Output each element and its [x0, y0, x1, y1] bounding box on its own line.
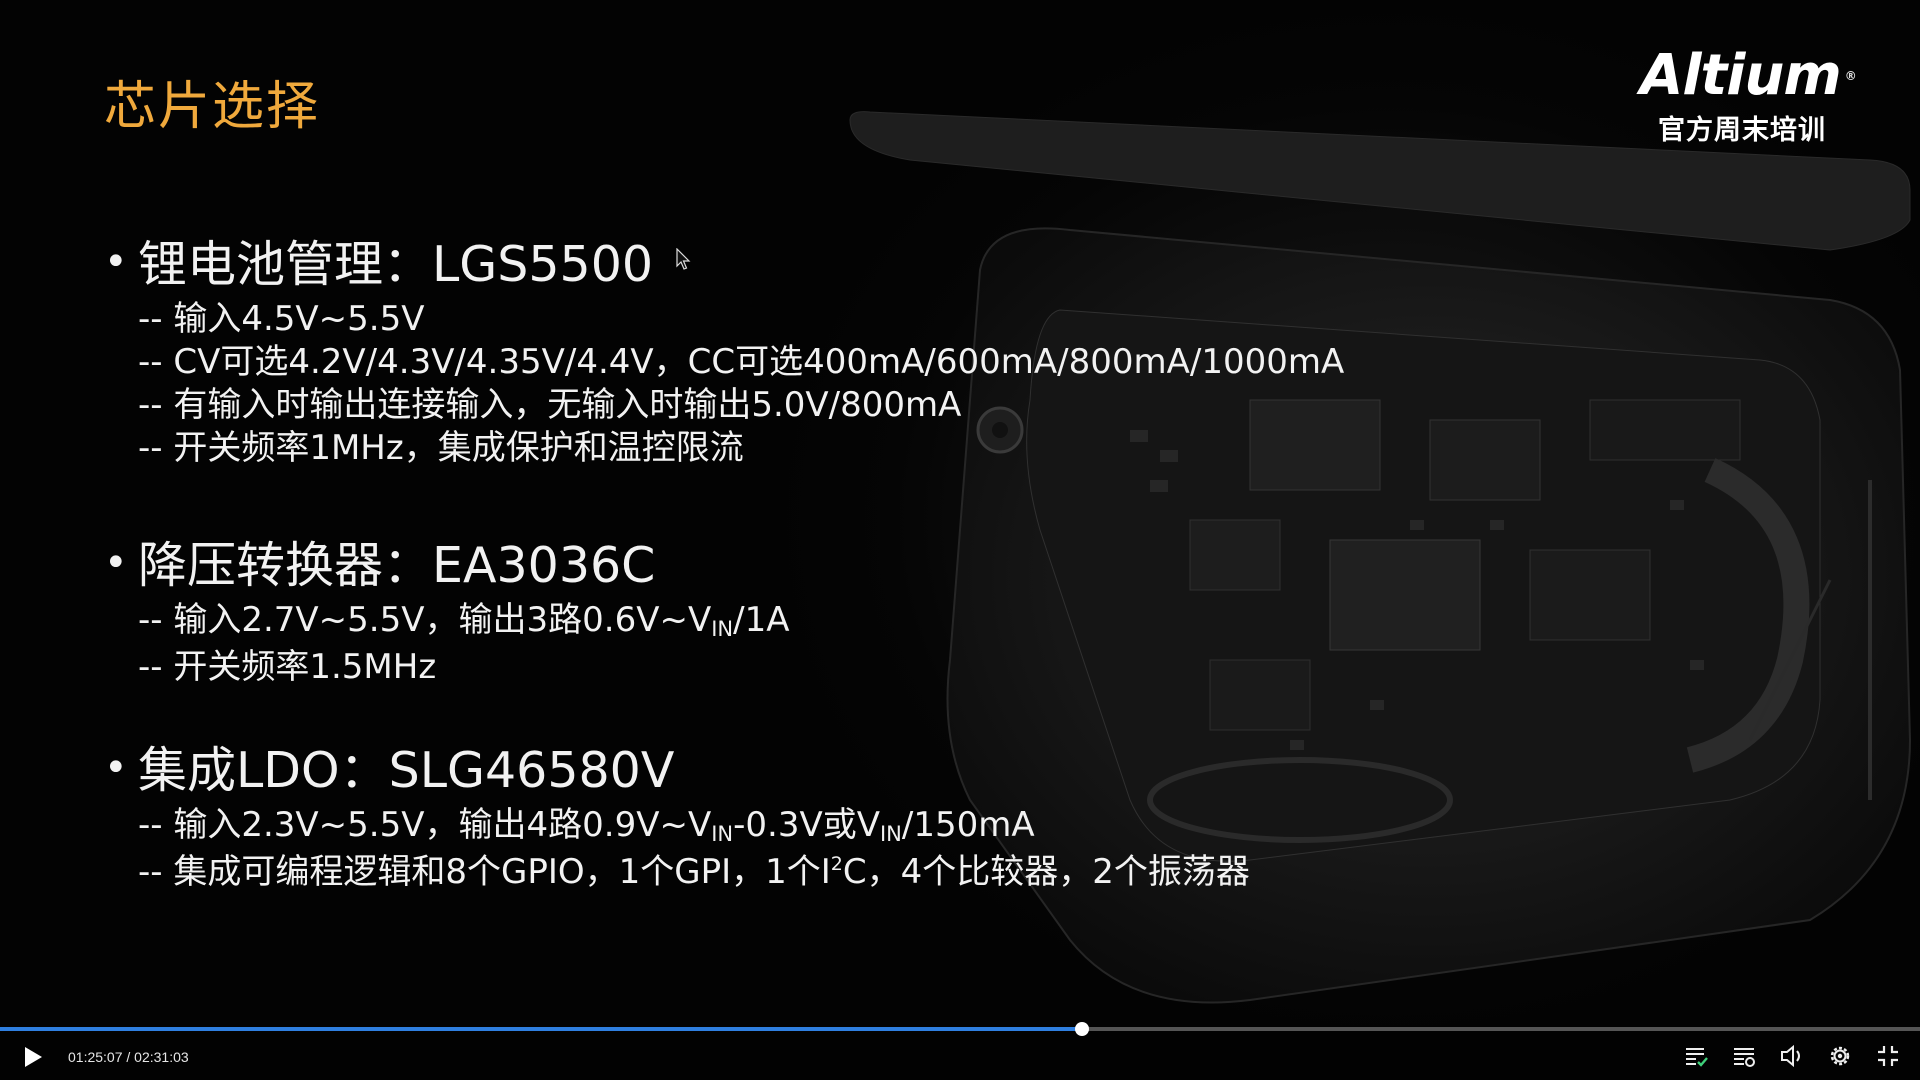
playlist-icon[interactable] — [1730, 1042, 1758, 1070]
registered-mark: ® — [1844, 69, 1857, 83]
list-item: -- 有输入时输出连接输入，无输入时输出5.0V/800mA — [138, 385, 962, 425]
heading-text: 集成LDO：SLG46580V — [138, 742, 675, 799]
bullet-icon: • — [104, 745, 128, 791]
list-item: -- CV可选4.2V/4.3V/4.35V/4.4V，CC可选400mA/60… — [138, 342, 1345, 382]
time-display: 01:25:07 / 02:31:03 — [68, 1049, 189, 1065]
chapters-icon[interactable] — [1682, 1042, 1710, 1070]
slide-title: 芯片选择 — [104, 77, 321, 137]
altium-logo: Altium ® 官方周末培训 — [1640, 46, 1880, 147]
progress-bar[interactable] — [0, 1022, 1920, 1036]
total-time: 02:31:03 — [134, 1049, 189, 1065]
play-icon[interactable] — [20, 1044, 46, 1070]
section-buck-converter: • 降压转换器：EA3036C -- 输入2.7V~5.5V，输出3路0.6V~V… — [104, 533, 1504, 689]
list-item: -- 开关频率1MHz，集成保护和温控限流 — [138, 428, 744, 468]
list-item: -- 开关频率1.5MHz — [138, 647, 437, 687]
list-item: -- 输入4.5V~5.5V — [138, 299, 425, 339]
bullet-heading: • 降压转换器：EA3036C — [104, 533, 1504, 599]
list-item: -- 集成可编程逻辑和8个GPIO，1个GPI，1个I2C，4个比较器，2个振荡… — [138, 852, 1250, 892]
settings-icon[interactable] — [1826, 1042, 1854, 1070]
section-battery-management: • 锂电池管理：LGS5500 -- 输入4.5V~5.5V -- CV可选4.2… — [104, 232, 1504, 470]
section-ldo: • 集成LDO：SLG46580V -- 输入2.3V~5.5V，输出4路0.9V… — [104, 738, 1504, 899]
logo-subtitle: 官方周末培训 — [1658, 115, 1826, 146]
bullet-heading: • 锂电池管理：LGS5500 — [104, 232, 1504, 298]
mouse-cursor-icon — [676, 248, 691, 270]
bullet-heading: • 集成LDO：SLG46580V — [104, 738, 1504, 804]
slide-frame: 芯片选择 Altium ® 官方周末培训 • 锂电池管理：LGS5500 -- 输入… — [0, 0, 1920, 1026]
heading-text: 降压转换器：EA3036C — [138, 537, 656, 594]
progress-fill — [0, 1027, 1082, 1031]
slide-content: • 锂电池管理：LGS5500 -- 输入4.5V~5.5V -- CV可选4.2… — [104, 232, 1504, 899]
fullscreen-icon[interactable] — [1874, 1042, 1902, 1070]
control-bar — [0, 1026, 1920, 1080]
bullet-icon: • — [104, 540, 128, 586]
list-item: -- 输入2.7V~5.5V，输出3路0.6V~VIN/1A — [138, 600, 790, 641]
bullet-icon: • — [104, 239, 128, 285]
list-item: -- 输入2.3V~5.5V，输出4路0.9V~VIN-0.3V或VIN/150… — [138, 805, 1035, 846]
heading-text: 锂电池管理：LGS5500 — [138, 236, 654, 293]
current-time: 01:25:07 — [68, 1049, 123, 1065]
progress-thumb[interactable] — [1074, 1022, 1089, 1036]
logo-brand: Altium — [1640, 43, 1842, 108]
video-player[interactable]: 芯片选择 Altium ® 官方周末培训 • 锂电池管理：LGS5500 -- 输入… — [0, 0, 1920, 1080]
volume-icon[interactable] — [1778, 1042, 1806, 1070]
